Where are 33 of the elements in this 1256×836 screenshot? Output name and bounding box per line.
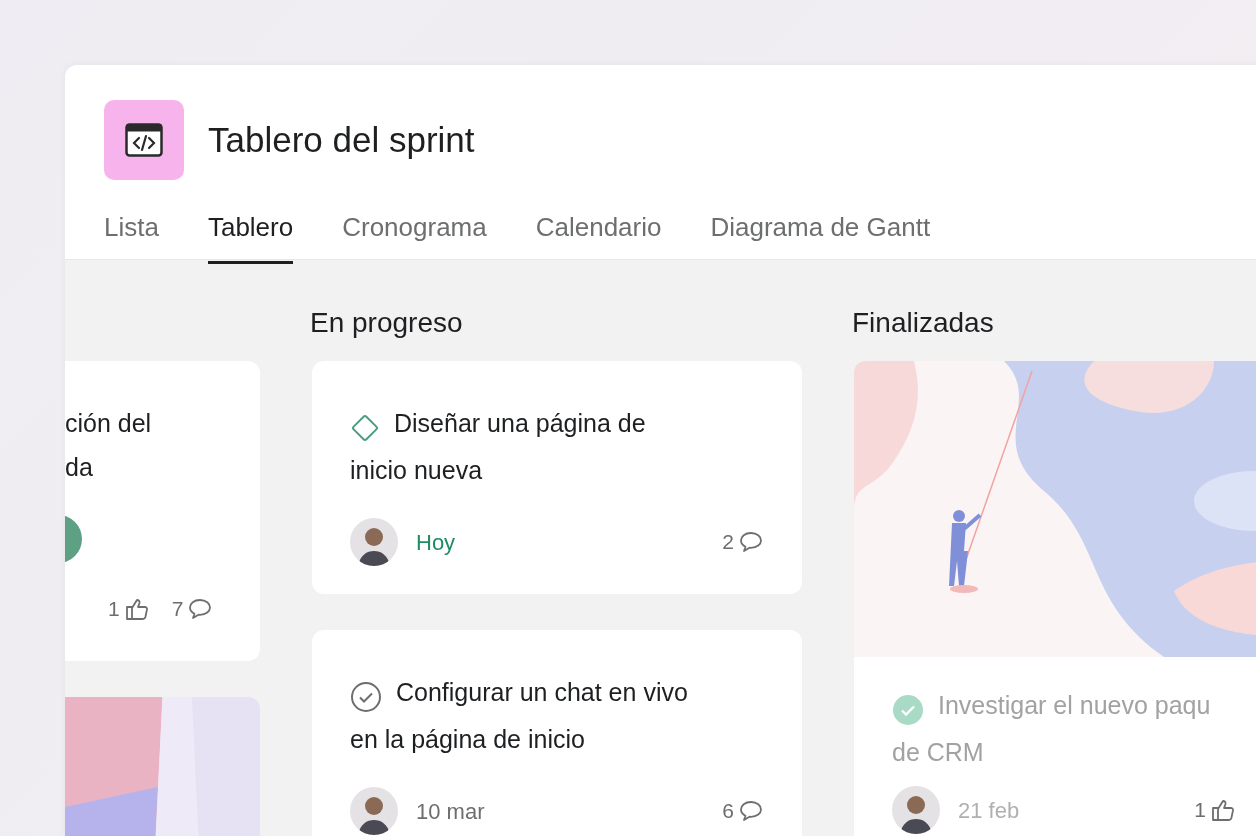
task-title: Diseñar una página de inicio nueva	[350, 401, 764, 492]
due-date: 21 feb	[958, 796, 1020, 825]
comment-icon	[738, 799, 764, 823]
avatar	[350, 787, 398, 835]
comment-count: 2	[722, 529, 734, 556]
view-tab[interactable]: Lista	[104, 208, 159, 264]
like-count: 1	[108, 596, 120, 623]
task-title: Configurar un chat en vivo en la página de inicio	[350, 670, 764, 761]
thumbs-up-icon	[123, 596, 150, 622]
view-tab[interactable]: Calendario	[535, 208, 662, 264]
task-title: ción del da	[65, 408, 153, 483]
project-title: Tablero del sprint	[208, 119, 475, 161]
due-date: Hoy	[416, 528, 456, 557]
view-tab[interactable]: Diagrama de Gantt	[710, 208, 931, 264]
comment-icon	[738, 530, 764, 554]
like-count: 1	[1194, 797, 1206, 824]
due-date: 10 mar	[416, 797, 485, 826]
thumbs-up-icon	[1210, 797, 1236, 823]
task-card[interactable]: Investigar el nuevo paqu de CRM 21 feb 1	[854, 361, 1256, 836]
comment-count: 7	[171, 596, 184, 623]
task-card[interactable]: Configurar un chat en vivo en la página de inicio 10 mar 6	[312, 630, 802, 836]
view-tab[interactable]: Tablero	[207, 208, 294, 264]
view-tab[interactable]: Cronograma	[342, 208, 487, 264]
avatar	[892, 786, 940, 834]
avatar	[350, 518, 398, 566]
task-card[interactable]: ción del da 1 7	[65, 361, 260, 661]
task-card[interactable]: Diseñar una página de inicio nueva Hoy 2	[312, 361, 802, 594]
project-icon	[104, 100, 184, 180]
task-title: Investigar el nuevo paqu de CRM	[892, 683, 1256, 774]
column-title: Finalizadas	[852, 306, 995, 340]
comment-count: 6	[722, 798, 734, 825]
column-title: En progreso	[310, 306, 464, 340]
comment-icon	[187, 597, 214, 621]
